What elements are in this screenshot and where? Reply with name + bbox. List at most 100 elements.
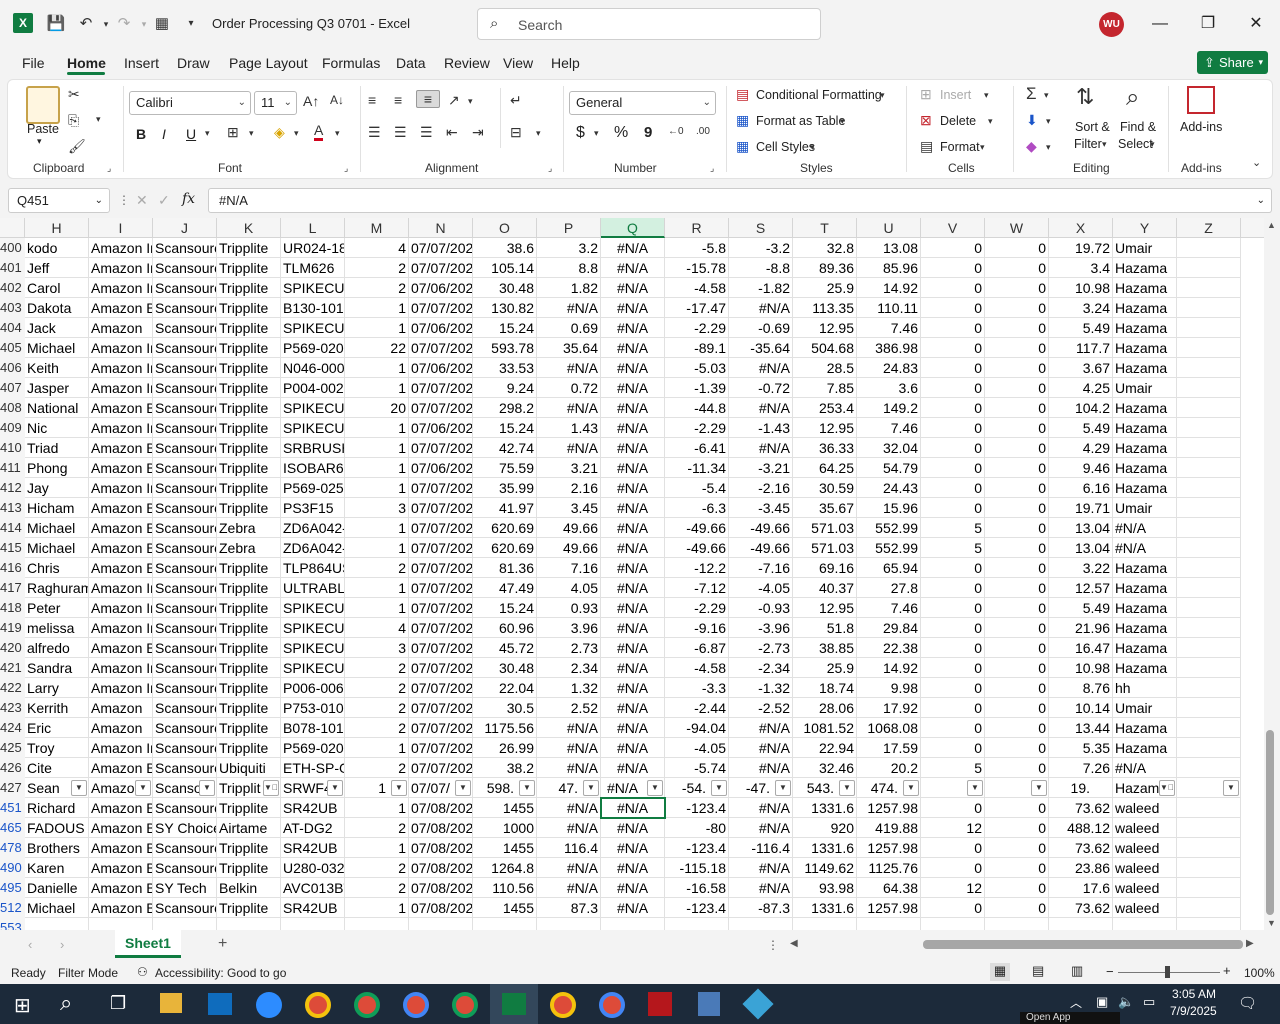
cell-w425[interactable]: 0 xyxy=(985,738,1049,758)
search-icon[interactable]: ⌕ xyxy=(60,990,72,1016)
cell-r416[interactable]: -12.2 xyxy=(665,558,729,578)
cell-l416[interactable]: TLP864USI xyxy=(281,558,345,578)
cell-m414[interactable]: 1 xyxy=(345,518,409,538)
cell-l465[interactable]: AT-DG2 xyxy=(281,818,345,838)
cell-j420[interactable]: Scansourc xyxy=(153,638,217,658)
start-icon[interactable]: ⊞ xyxy=(14,993,31,1018)
tab-file[interactable]: File xyxy=(22,55,45,71)
cell-s426[interactable]: #N/A xyxy=(729,758,793,778)
undo-dropdown-icon[interactable]: ▾ xyxy=(96,14,116,34)
cell-q400[interactable]: #N/A xyxy=(601,238,665,258)
cell-t418[interactable]: 12.95 xyxy=(793,598,857,618)
tab-view[interactable]: View xyxy=(503,55,533,71)
cell-v414[interactable]: 5 xyxy=(921,518,985,538)
cell-v406[interactable]: 0 xyxy=(921,358,985,378)
minimize-button[interactable]: — xyxy=(1145,12,1175,36)
cell-i411[interactable]: Amazon B xyxy=(89,458,153,478)
cell-h416[interactable]: Chris xyxy=(25,558,89,578)
cell-y490[interactable]: waleed xyxy=(1113,858,1177,878)
cell-q512[interactable]: #N/A xyxy=(601,898,665,918)
cell-w426[interactable]: 0 xyxy=(985,758,1049,778)
cell-t495[interactable]: 93.98 xyxy=(793,878,857,898)
cell-s401[interactable]: -8.8 xyxy=(729,258,793,278)
cell-v495[interactable]: 12 xyxy=(921,878,985,898)
orientation-icon[interactable]: ↗ xyxy=(448,92,460,109)
row-header[interactable]: 553 xyxy=(0,918,25,930)
cell-h406[interactable]: Keith xyxy=(25,358,89,378)
cell-v403[interactable]: 0 xyxy=(921,298,985,318)
cell-s424[interactable]: #N/A xyxy=(729,718,793,738)
cell-s404[interactable]: -0.69 xyxy=(729,318,793,338)
page-break-view-icon[interactable]: ▥ xyxy=(1071,963,1083,979)
zoom-out-icon[interactable]: − xyxy=(1106,964,1114,979)
cell-y478[interactable]: waleed xyxy=(1113,838,1177,858)
cell-v465[interactable]: 12 xyxy=(921,818,985,838)
cell-y408[interactable]: Hazama xyxy=(1113,398,1177,418)
cell-l414[interactable]: ZD6A042-I xyxy=(281,518,345,538)
filter-dropdown-icon[interactable]: ▼ xyxy=(967,780,983,796)
find-select-label-2[interactable]: Select xyxy=(1118,137,1153,151)
increase-font-size-icon[interactable]: A↑ xyxy=(303,93,319,109)
cell-l478[interactable]: SR42UB xyxy=(281,838,345,858)
row-header[interactable]: 512 xyxy=(0,898,25,918)
decrease-font-size-icon[interactable]: A↓ xyxy=(330,93,344,107)
cell-y423[interactable]: Umair xyxy=(1113,698,1177,718)
cell-i418[interactable]: Amazon Ir xyxy=(89,598,153,618)
cell-u416[interactable]: 65.94 xyxy=(857,558,921,578)
cell-k425[interactable]: Tripplite xyxy=(217,738,281,758)
cell-v401[interactable]: 0 xyxy=(921,258,985,278)
column-header-p[interactable]: P xyxy=(537,218,601,238)
cell-l415[interactable]: ZD6A042-I xyxy=(281,538,345,558)
currency-button[interactable]: $ xyxy=(576,124,585,142)
cell-k423[interactable]: Tripplite xyxy=(217,698,281,718)
cell-x411[interactable]: 9.46 xyxy=(1049,458,1113,478)
vertical-scroll-thumb[interactable] xyxy=(1266,730,1274,915)
cell-n423[interactable]: 07/07/202 xyxy=(409,698,473,718)
cell-p408[interactable]: #N/A xyxy=(537,398,601,418)
cancel-icon[interactable]: ✕ xyxy=(136,192,148,209)
cell-r418[interactable]: -2.29 xyxy=(665,598,729,618)
cell-n410[interactable]: 07/07/202 xyxy=(409,438,473,458)
cell-u490[interactable]: 1125.76 xyxy=(857,858,921,878)
row-header[interactable]: 404 xyxy=(0,318,25,338)
filter-dropdown-icon[interactable]: ▼ xyxy=(839,780,855,796)
cell-i490[interactable]: Amazon B xyxy=(89,858,153,878)
maximize-button[interactable]: ❐ xyxy=(1193,12,1223,36)
cell-w416[interactable]: 0 xyxy=(985,558,1049,578)
cell-o465[interactable]: 1000 xyxy=(473,818,537,838)
cell-m410[interactable]: 1 xyxy=(345,438,409,458)
cell-j408[interactable]: Scansourc xyxy=(153,398,217,418)
cell-w409[interactable]: 0 xyxy=(985,418,1049,438)
format-as-table-icon[interactable]: ▦ xyxy=(736,112,749,129)
chevron-down-icon[interactable]: ▾ xyxy=(880,90,885,101)
cell-o413[interactable]: 41.97 xyxy=(473,498,537,518)
cell-h405[interactable]: Michael xyxy=(25,338,89,358)
cell-k400[interactable]: Tripplite xyxy=(217,238,281,258)
format-painter-icon[interactable]: 🖌 xyxy=(68,138,86,155)
cell-q418[interactable]: #N/A xyxy=(601,598,665,618)
cell-m401[interactable]: 2 xyxy=(345,258,409,278)
cell-w512[interactable]: 0 xyxy=(985,898,1049,918)
tab-draw[interactable]: Draw xyxy=(177,55,210,71)
cell-h424[interactable]: Eric xyxy=(25,718,89,738)
cell-n402[interactable]: 07/06/202 xyxy=(409,278,473,298)
zoom-in-icon[interactable]: + xyxy=(1223,963,1231,978)
cell-t414[interactable]: 571.03 xyxy=(793,518,857,538)
cell-z512[interactable] xyxy=(1177,898,1241,918)
calculator-icon[interactable]: ▦ xyxy=(152,14,172,34)
cell-p490[interactable]: #N/A xyxy=(537,858,601,878)
cell-t413[interactable]: 35.67 xyxy=(793,498,857,518)
cell-m420[interactable]: 3 xyxy=(345,638,409,658)
cell-u553[interactable] xyxy=(857,918,921,930)
cell-z425[interactable] xyxy=(1177,738,1241,758)
cell-p406[interactable]: #N/A xyxy=(537,358,601,378)
cell-l401[interactable]: TLM626 xyxy=(281,258,345,278)
cell-z422[interactable] xyxy=(1177,678,1241,698)
cell-z421[interactable] xyxy=(1177,658,1241,678)
task-view-icon[interactable]: ❐ xyxy=(110,993,126,1014)
row-header[interactable]: 495 xyxy=(0,878,25,898)
cell-p414[interactable]: 49.66 xyxy=(537,518,601,538)
cell-s416[interactable]: -7.16 xyxy=(729,558,793,578)
cell-o424[interactable]: 1175.56 xyxy=(473,718,537,738)
cell-y419[interactable]: Hazama xyxy=(1113,618,1177,638)
